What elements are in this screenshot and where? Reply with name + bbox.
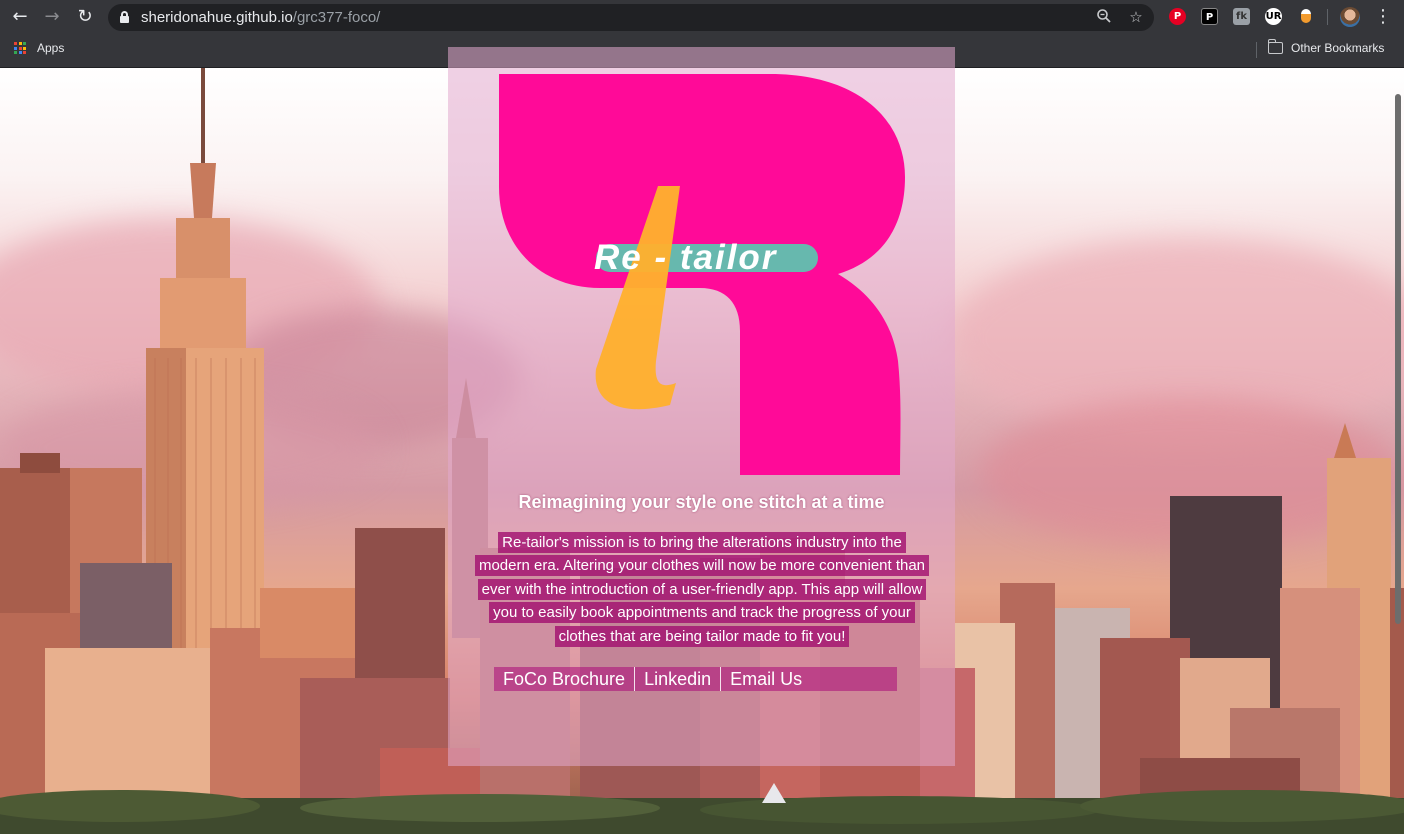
- linkedin-link[interactable]: Linkedin: [634, 667, 720, 691]
- mission-paragraph: Re-tailor's mission is to bring the alte…: [474, 531, 930, 648]
- other-bookmarks[interactable]: Other Bookmarks: [1291, 41, 1384, 55]
- logo-wordmark: Re - tailor: [594, 238, 778, 277]
- pinterest-icon[interactable]: P: [1169, 8, 1186, 25]
- tagline-heading: Reimagining your style one stitch at a t…: [518, 492, 885, 512]
- fk-extension-icon[interactable]: fk: [1233, 8, 1250, 25]
- p-extension-icon[interactable]: P: [1201, 8, 1218, 25]
- url-host: sheridonahue.github.io: [141, 9, 293, 26]
- zoom-icon[interactable]: [1095, 8, 1113, 26]
- scrollbar[interactable]: [1395, 94, 1401, 624]
- profile-avatar[interactable]: [1340, 7, 1360, 27]
- apps-bookmark[interactable]: Apps: [37, 41, 64, 55]
- mission-text: Re-tailor's mission is to bring the alte…: [474, 532, 930, 647]
- orange-extension-icon[interactable]: [1297, 8, 1314, 25]
- ur-extension-icon[interactable]: UR: [1265, 8, 1282, 25]
- address-bar[interactable]: sheridonahue.github.io/grc377-foco/ ☆: [108, 4, 1154, 31]
- apps-grid-icon[interactable]: [14, 42, 26, 54]
- reload-icon[interactable]: ↻: [74, 6, 96, 28]
- bookmark-star-icon[interactable]: ☆: [1127, 8, 1145, 26]
- browser-toolbar: ← → ↻ sheridonahue.github.io/grc377-foco…: [0, 0, 1404, 34]
- forward-arrow-icon[interactable]: →: [41, 6, 63, 28]
- email-us-link[interactable]: Email Us: [720, 667, 811, 691]
- url-text[interactable]: sheridonahue.github.io/grc377-foco/: [141, 9, 380, 26]
- kebab-menu-icon[interactable]: ⋮: [1374, 6, 1392, 28]
- lock-icon: [120, 11, 129, 23]
- back-arrow-icon[interactable]: ←: [9, 6, 31, 28]
- url-path: /grc377-foco/: [292, 9, 381, 26]
- folder-icon[interactable]: [1267, 39, 1283, 54]
- toolbar-divider: [1327, 9, 1328, 25]
- bookmarks-divider: [1256, 42, 1257, 58]
- footer-links: FoCo Brochure Linkedin Email Us: [494, 667, 898, 691]
- foco-brochure-link[interactable]: FoCo Brochure: [494, 667, 634, 691]
